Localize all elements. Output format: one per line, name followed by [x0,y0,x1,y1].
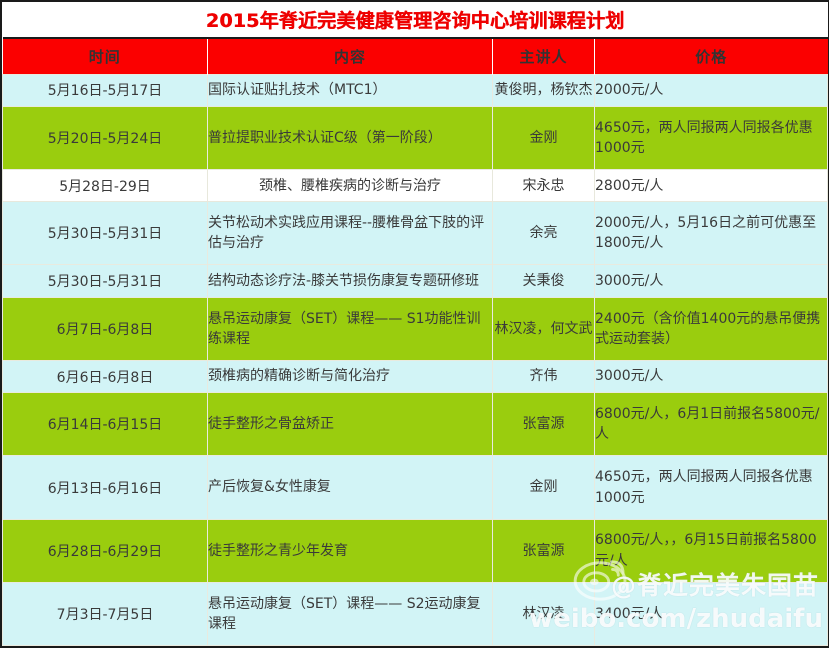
table-row: 5月20日-5月24日 普拉提职业技术认证C级（第一阶段） 金刚 4650元，两… [2,105,829,170]
table-row: 5月30日-5月31日 结构动态诊疗法-膝关节损伤康复专题研修班 关秉俊 300… [2,264,829,298]
cell-content: 普拉提职业技术认证C级（第一阶段） [207,105,493,170]
cell-time: 5月16日-5月17日 [2,73,208,107]
column-header-content: 内容 [207,38,493,74]
cell-speaker: 张富源 [492,518,595,583]
column-header-price-label: 价格 [695,47,728,66]
cell-speaker: 林汉凌，何文武 [492,296,595,361]
column-header-price: 价格 [593,38,828,74]
cell-speaker: 余亮 [492,201,595,266]
cell-content: 颈椎病的精确诊断与简化治疗 [207,359,493,394]
column-header-content-label: 内容 [333,47,366,66]
table-title-row: 2015年脊近完美健康管理咨询中心培训课程计划 [2,2,828,39]
cell-speaker: 宋永忠 [492,168,595,203]
cell-time: 5月30日-5月31日 [2,264,208,298]
cell-price: 3000元/人 [593,264,829,298]
cell-price: 2000元/人 [593,73,829,107]
cell-price: 3000元/人 [593,359,829,394]
cell-speaker: 黄俊明，杨钦杰 [492,73,595,107]
table-header-row: 时间 内容 主讲人 价格 [2,38,828,74]
table-row: 7月3日-7月5日 悬吊运动康复（SET）课程—— S2运动康复课程 林汉凌 3… [2,581,829,647]
cell-content: 产后恢复&女性康复 [207,455,493,520]
table-row: 6月7日-6月8日 悬吊运动康复（SET）课程—— S1功能性训练课程 林汉凌，… [2,296,829,361]
cell-speaker: 张富源 [492,392,595,457]
cell-time: 5月28日-29日 [2,168,208,203]
cell-price: 2400元（含价值1400元的悬吊便携式运动套装） [593,296,829,361]
table-row: 5月16日-5月17日 国际认证贴扎技术（MTC1） 黄俊明，杨钦杰 2000元… [2,73,829,107]
cell-content: 颈椎、腰椎疾病的诊断与治疗 [207,168,493,203]
table-row: 6月14日-6月15日 徒手整形之骨盆矫正 张富源 6800元/人，6月1日前报… [2,392,829,457]
cell-speaker: 林汉凌 [492,581,595,647]
cell-price: 6800元/人，6月1日前报名5800元/人 [593,392,829,457]
cell-content: 结构动态诊疗法-膝关节损伤康复专题研修班 [207,264,493,298]
table-row: 5月30日-5月31日 关节松动术实践应用课程--腰椎骨盆下肢的评估与治疗 余亮… [2,201,829,266]
table-row: 6月6日-6月8日 颈椎病的精确诊断与简化治疗 齐伟 3000元/人 [2,359,829,394]
cell-price: 2000元/人，5月16日之前可优惠至1800元/人 [593,201,829,266]
cell-time: 6月28日-6月29日 [2,518,208,583]
cell-time: 7月3日-7月5日 [2,581,208,647]
column-header-speaker-label: 主讲人 [519,47,568,66]
course-schedule-table: 2015年脊近完美健康管理咨询中心培训课程计划 时间 内容 主讲人 价格 5月1… [2,2,829,647]
table-row: 6月28日-6月29日 徒手整形之青少年发育 张富源 6800元/人，，6月15… [2,518,829,583]
cell-time: 6月14日-6月15日 [2,392,208,457]
cell-price: 2800元/人 [593,168,829,203]
table-body: 5月16日-5月17日 国际认证贴扎技术（MTC1） 黄俊明，杨钦杰 2000元… [2,73,829,647]
table-title-cell: 2015年脊近完美健康管理咨询中心培训课程计划 [2,2,828,39]
cell-price: 6800元/人，，6月15日前报名5800元/人 [593,518,829,583]
spreadsheet-sheet: 2015年脊近完美健康管理咨询中心培训课程计划 时间 内容 主讲人 价格 5月1… [0,0,829,648]
table-row: 5月28日-29日 颈椎、腰椎疾病的诊断与治疗 宋永忠 2800元/人 [2,168,829,203]
cell-speaker: 关秉俊 [492,264,595,298]
cell-price: 3400元/人 [593,581,829,647]
cell-time: 5月20日-5月24日 [2,105,208,170]
cell-price: 4650元，两人同报两人同报各优惠1000元 [593,455,829,520]
cell-time: 6月6日-6月8日 [2,359,208,394]
cell-price: 4650元，两人同报两人同报各优惠1000元 [593,105,829,170]
cell-time: 5月30日-5月31日 [2,201,208,266]
cell-content: 徒手整形之青少年发育 [207,518,493,583]
column-header-time: 时间 [2,38,208,74]
cell-time: 6月13日-6月16日 [2,455,208,520]
column-header-speaker: 主讲人 [492,38,595,74]
page-title: 2015年脊近完美健康管理咨询中心培训课程计划 [205,10,625,32]
cell-content: 徒手整形之骨盆矫正 [207,392,493,457]
cell-speaker: 齐伟 [492,359,595,394]
cell-content: 悬吊运动康复（SET）课程—— S2运动康复课程 [207,581,493,647]
cell-speaker: 金刚 [492,105,595,170]
cell-time: 6月7日-6月8日 [2,296,208,361]
cell-content: 国际认证贴扎技术（MTC1） [207,73,493,107]
table-row: 6月13日-6月16日 产后恢复&女性康复 金刚 4650元，两人同报两人同报各… [2,455,829,520]
cell-speaker: 金刚 [492,455,595,520]
cell-content: 悬吊运动康复（SET）课程—— S1功能性训练课程 [207,296,493,361]
cell-content: 关节松动术实践应用课程--腰椎骨盆下肢的评估与治疗 [207,201,493,266]
column-header-time-label: 时间 [88,47,121,66]
